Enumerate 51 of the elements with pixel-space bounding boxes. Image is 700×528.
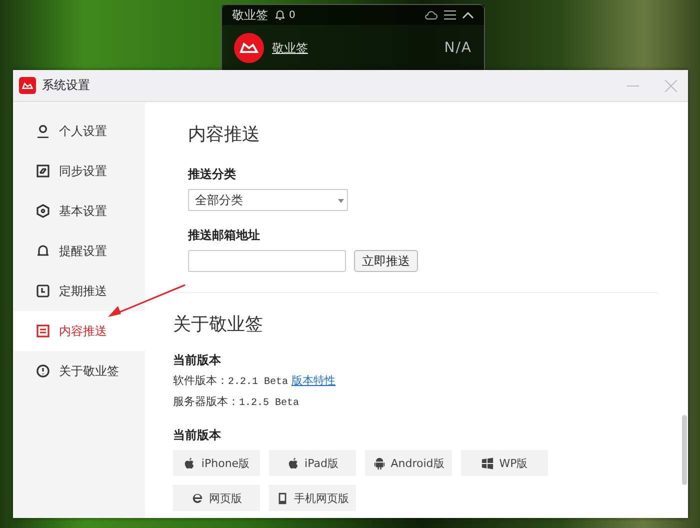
push-button[interactable]: 立即推送	[354, 250, 418, 272]
server-version-text: 服务器版本：1.2.5 Beta	[173, 395, 300, 408]
scrollbar[interactable]	[682, 415, 687, 485]
sidebar-item[interactable]: 提醒设置	[13, 231, 145, 271]
download-button[interactable]: WP版	[461, 450, 548, 476]
sync-icon	[36, 164, 50, 178]
subheading: 当前版本	[173, 427, 222, 444]
widget-title: 敬业签	[232, 6, 268, 24]
download-button[interactable]: iPad版	[269, 450, 356, 476]
features-link[interactable]: 版本特性	[292, 374, 336, 387]
sidebar-item[interactable]: 定期推送	[13, 271, 145, 311]
download-button[interactable]: 网页版	[173, 485, 260, 511]
app-logo-icon	[234, 33, 264, 63]
document-icon	[36, 324, 50, 338]
sidebar-item[interactable]: 个人设置	[13, 111, 145, 151]
caret-icon	[338, 199, 344, 203]
section-heading: 关于敬业签	[173, 313, 264, 336]
download-button[interactable]: 手机网页版	[269, 485, 356, 511]
apple-icon	[183, 456, 196, 470]
field-label: 推送分类	[188, 166, 237, 183]
menu-icon[interactable]	[444, 10, 456, 20]
bell-icon[interactable]	[274, 9, 286, 21]
sidebar-item[interactable]: 关于敬业签	[13, 351, 145, 391]
browser-icon	[191, 492, 204, 504]
download-button[interactable]: Android版	[365, 450, 452, 476]
category-dropdown[interactable]: 全部分类	[188, 189, 348, 211]
android-icon	[372, 456, 386, 470]
sidebar-item[interactable]: 同步设置	[13, 151, 145, 191]
app-logo-icon	[19, 77, 36, 94]
hexagon-icon	[36, 204, 50, 218]
bell-icon	[36, 244, 50, 258]
collapse-icon[interactable]	[462, 11, 474, 19]
cloud-icon[interactable]	[424, 9, 438, 21]
sidebar-item[interactable]: 内容推送	[13, 311, 145, 351]
field-label: 推送邮箱地址	[188, 227, 261, 244]
apple-icon	[286, 456, 300, 470]
download-button[interactable]: iPhone版	[173, 450, 260, 476]
notification-count: 0	[289, 10, 296, 20]
app-name[interactable]: 敬业签	[272, 40, 308, 56]
windows-icon	[481, 456, 494, 470]
sidebar-item[interactable]: 基本设置	[13, 191, 145, 231]
window-title: 系统设置	[42, 77, 90, 94]
person-icon	[36, 124, 50, 138]
subheading: 当前版本	[173, 352, 222, 369]
status-text: N/A	[444, 40, 472, 56]
phone-icon	[276, 492, 289, 504]
software-version-text: 软件版本：2.2.1 Beta	[173, 374, 288, 387]
info-icon	[36, 364, 50, 378]
clock-icon	[36, 284, 50, 298]
email-input[interactable]	[188, 250, 346, 272]
section-heading: 内容推送	[188, 123, 261, 146]
